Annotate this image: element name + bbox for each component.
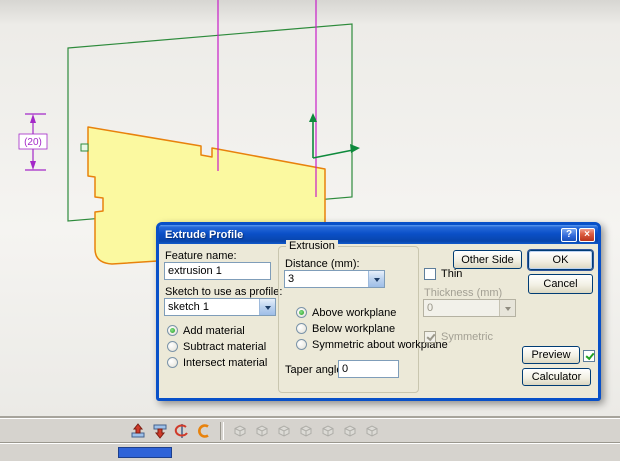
- shell-icon: [274, 421, 294, 441]
- radio-label: Subtract material: [183, 340, 267, 353]
- radio-label: Add material: [183, 324, 245, 337]
- app-window: (20) Extrude Profile ? × Feature name: S…: [0, 0, 620, 461]
- preview-button[interactable]: Preview: [522, 346, 580, 364]
- distance-label: Distance (mm):: [285, 258, 360, 270]
- radio-indicator: [167, 325, 178, 336]
- other-side-button[interactable]: Other Side: [453, 250, 522, 269]
- thickness-combobox: [423, 299, 516, 317]
- radio-indicator: [167, 357, 178, 368]
- taper-angle-input[interactable]: [338, 360, 399, 378]
- checkbox-box: [424, 267, 436, 280]
- dimension-label: (20): [24, 137, 42, 148]
- checkbox-box: [424, 330, 436, 343]
- extrusion-group-title: Extrusion: [286, 240, 338, 252]
- calculator-button[interactable]: Calculator: [522, 368, 591, 386]
- dimension-annotation[interactable]: (20): [18, 113, 48, 171]
- dialog-titlebar[interactable]: Extrude Profile ? ×: [159, 225, 598, 244]
- dropdown-arrow-icon[interactable]: [259, 299, 275, 315]
- sketch-profile-value[interactable]: [165, 299, 259, 315]
- extrude-profile-dialog: Extrude Profile ? × Feature name: Sketch…: [156, 222, 601, 401]
- sketch-profile-label: Sketch to use as profile:: [165, 286, 283, 298]
- cancel-button[interactable]: Cancel: [528, 274, 593, 294]
- help-button[interactable]: ?: [561, 227, 577, 242]
- radio-label: Above workplane: [312, 306, 397, 319]
- symmetric-checkbox: Symmetric: [424, 330, 493, 343]
- radio-indicator: [167, 341, 178, 352]
- loft-icon: [296, 421, 316, 441]
- radio-indicator: [296, 339, 307, 350]
- feature-name-input[interactable]: [164, 262, 271, 280]
- distance-combobox[interactable]: [284, 270, 385, 288]
- mirror-icon: [340, 421, 360, 441]
- radio-above-workplane[interactable]: Above workplane: [296, 306, 396, 319]
- status-bar: [0, 442, 620, 461]
- boolean-icon: [362, 421, 382, 441]
- fillet-icon: [230, 421, 250, 441]
- chamfer-icon: [252, 421, 272, 441]
- radio-intersect-material[interactable]: Intersect material: [167, 356, 267, 369]
- toolbar-separator: [220, 421, 224, 440]
- dropdown-arrow-icon[interactable]: [368, 271, 384, 287]
- radio-subtract-material[interactable]: Subtract material: [167, 340, 266, 353]
- distance-value[interactable]: [285, 271, 368, 287]
- thin-checkbox[interactable]: Thin: [424, 267, 462, 280]
- thickness-label: Thickness (mm): [424, 287, 503, 299]
- radio-label: Intersect material: [183, 356, 268, 369]
- radio-add-material[interactable]: Add material: [167, 324, 245, 337]
- thickness-value: [424, 300, 499, 316]
- feature-name-label: Feature name:: [165, 250, 237, 262]
- revolve-icon[interactable]: [172, 421, 192, 441]
- ok-button[interactable]: OK: [528, 250, 593, 270]
- dialog-title: Extrude Profile: [165, 228, 244, 241]
- features-toolbar: [0, 418, 620, 442]
- radio-indicator: [296, 323, 307, 334]
- sketch-profile-combobox[interactable]: [164, 298, 276, 316]
- sweep-icon[interactable]: [194, 421, 214, 441]
- close-button[interactable]: ×: [579, 227, 595, 242]
- status-indicator: [118, 447, 172, 458]
- radio-below-workplane[interactable]: Below workplane: [296, 322, 395, 335]
- radio-label: Below workplane: [312, 322, 396, 335]
- preview-checkbox[interactable]: [583, 349, 595, 362]
- extrude-cut-icon[interactable]: [150, 421, 170, 441]
- checkbox-box: [583, 349, 595, 362]
- checkbox-label: Symmetric: [441, 330, 493, 343]
- dropdown-arrow-icon: [499, 300, 515, 316]
- radio-indicator: [296, 307, 307, 318]
- taper-angle-label: Taper angle:: [285, 364, 346, 376]
- pattern-icon: [318, 421, 338, 441]
- vertex-marker[interactable]: [80, 143, 89, 152]
- extrude-boss-icon[interactable]: [128, 421, 148, 441]
- checkbox-label: Thin: [441, 267, 463, 280]
